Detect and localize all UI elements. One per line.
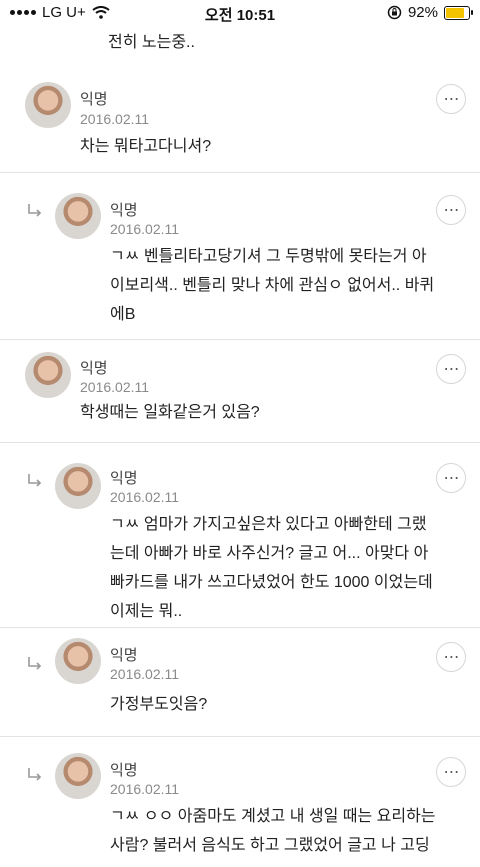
comment-reply-item: 익명 2016.02.11 ⋯ 가정부도잇음? [0,628,480,737]
avatar [55,638,101,684]
more-icon: ⋯ [443,202,460,219]
comment-body: 차는 뭐타고다니셔? [80,132,211,161]
comment-date: 2016.02.11 [80,379,150,395]
more-options-button[interactable]: ⋯ [436,354,466,384]
more-icon: ⋯ [443,649,460,666]
reply-arrow-icon [28,204,42,217]
more-options-button[interactable]: ⋯ [436,463,466,493]
comment-line: 가정부도잇음? [110,696,208,713]
comment-line: 에B [110,306,136,323]
comment-line: ㄱㅆ 벤틀리타고당기셔 그 두명밖에 못타는거 아 [110,248,427,265]
more-options-button[interactable]: ⋯ [436,642,466,672]
comment-date: 2016.02.11 [110,666,180,682]
orientation-lock-icon [387,5,402,20]
comment-reply-item: 익명 2016.02.11 ⋯ ㄱㅆ 엄마가 가지고싶은차 있다고 아빠한테 그… [0,443,480,628]
more-icon: ⋯ [443,361,460,378]
comment-body: ㄱㅆ ㅇㅇ 아줌마도 계셨고 내 생일 때는 요리하는 사람? 불러서 음식도 … [110,802,436,860]
comment-author: 익명 [110,647,138,664]
comment-body: ㄱㅆ 벤틀리타고당기셔 그 두명밖에 못타는거 아 이보리색.. 벤틀리 맞나 … [110,242,434,329]
comment-reply-item: 익명 2016.02.11 ⋯ ㄱㅆ 벤틀리타고당기셔 그 두명밖에 못타는거 … [0,173,480,340]
comment-line: ㄱㅆ ㅇㅇ 아줌마도 계셨고 내 생일 때는 요리하는 [110,808,436,825]
comment-date: 2016.02.11 [110,489,180,505]
avatar [25,82,71,128]
battery-fill [446,7,465,18]
status-right: 92% [387,4,473,21]
comment-item: 익명 2016.02.11 ⋯ 학생때는 일화같은거 있음? [0,340,480,443]
comment-line: 사람? 불러서 음식도 하고 그랬었어 글고 나 고딩 [110,837,430,854]
comment-author: 익명 [80,91,108,108]
more-icon: ⋯ [443,764,460,781]
more-icon: ⋯ [443,470,460,487]
comment-body: ㄱㅆ 엄마가 가지고싶은차 있다고 아빠한테 그랬 는데 아빠가 바로 사주신거… [110,510,433,626]
comment-item: 익명 2016.02.11 ⋯ 차는 뭐타고다니셔? [0,60,480,173]
battery-percent: 92% [407,4,438,21]
comment-line: 빠카드를 내가 쓰고다녔었어 한도 1000 이었는데 [110,574,433,591]
comment-author: 익명 [110,762,138,779]
comment-line: 학생때는 일화같은거 있음? [80,404,260,421]
previous-comment-text: 전히 노는중.. [108,34,195,51]
comment-date: 2016.02.11 [80,111,150,127]
more-options-button[interactable]: ⋯ [436,757,466,787]
more-icon: ⋯ [443,91,460,108]
avatar [55,463,101,509]
comment-line: 이제는 뭐.. [110,603,183,620]
comment-line: 는데 아빠가 바로 사주신거? 글고 어... 아맞다 아 [110,545,429,562]
comment-body: 가정부도잇음? [110,690,207,719]
comment-line: 차는 뭐타고다니셔? [80,138,212,155]
reply-arrow-icon [28,474,42,487]
reply-arrow-icon [28,768,42,781]
comment-line: 이보리색.. 벤틀리 맞나 차에 관심ㅇ 없어서.. 바퀴 [110,277,435,294]
comment-author: 익명 [110,470,138,487]
comment-date: 2016.02.11 [110,781,180,797]
comment-author: 익명 [80,360,108,377]
comment-date: 2016.02.11 [110,221,180,237]
more-options-button[interactable]: ⋯ [436,84,466,114]
comment-body: 학생때는 일화같은거 있음? [80,398,260,427]
battery-icon [444,5,473,20]
comment-line: ㄱㅆ 엄마가 가지고싶은차 있다고 아빠한테 그랬 [110,516,427,533]
reply-arrow-icon [28,657,42,670]
comment-author: 익명 [110,202,138,219]
comment-reply-item: 익명 2016.02.11 ⋯ ㄱㅆ ㅇㅇ 아줌마도 계셨고 내 생일 때는 요… [0,737,480,867]
status-bar: LG U+ 오전 10:51 92% [0,0,480,26]
avatar [55,753,101,799]
avatar [25,352,71,398]
more-options-button[interactable]: ⋯ [436,195,466,225]
avatar [55,193,101,239]
